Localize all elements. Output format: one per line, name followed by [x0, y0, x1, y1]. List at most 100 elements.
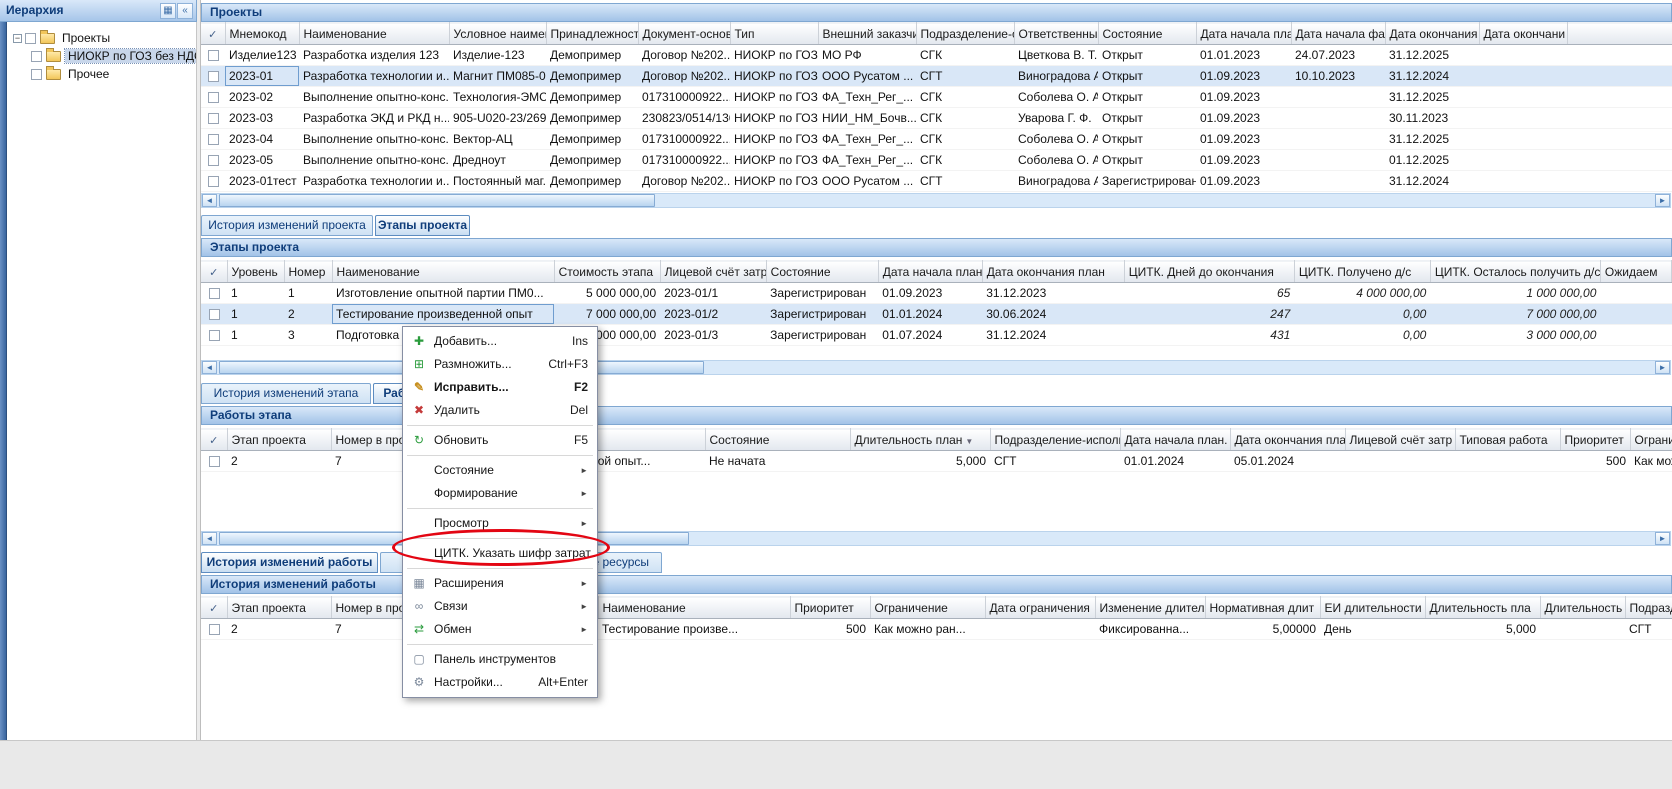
column-header[interactable]: Нормативная длит [1205, 597, 1320, 619]
scroll-left-icon[interactable]: ◄ [202, 194, 217, 207]
cell[interactable]: Дредноут [449, 150, 546, 171]
cell[interactable]: 1 [227, 304, 284, 325]
cell[interactable]: Соболева О. А. [1014, 129, 1098, 150]
tree-item[interactable]: −Проекты [7, 29, 196, 47]
cell[interactable]: НИОКР по ГОЗ ... [730, 108, 818, 129]
cell[interactable] [1567, 150, 1672, 171]
collapse-panel-icon[interactable]: « [177, 3, 193, 19]
cell[interactable] [1567, 66, 1672, 87]
context-menu-item[interactable]: ∞►Связи [404, 595, 596, 618]
column-header[interactable]: ✓ [201, 23, 225, 45]
cell[interactable]: СГТ [916, 171, 1014, 192]
cell[interactable] [201, 45, 225, 66]
cell[interactable]: НИОКР по ГОЗ ... [730, 45, 818, 66]
cell[interactable]: Разработка ЭКД и РКД н... [299, 108, 449, 129]
cell[interactable]: 2023-01/2 [660, 304, 766, 325]
cell[interactable]: 31.12.2023 [982, 283, 1124, 304]
cell[interactable]: 1 000 000,00 [1430, 283, 1600, 304]
row-checkbox[interactable] [209, 456, 220, 467]
cell[interactable]: 31.12.2024 [982, 325, 1124, 346]
column-header[interactable]: Подразделение-от [916, 23, 1014, 45]
row-checkbox[interactable] [208, 92, 219, 103]
cell[interactable]: Виноградова А... [1014, 66, 1098, 87]
column-header[interactable]: Внешний заказчик [818, 23, 916, 45]
column-header[interactable]: Приоритет [790, 597, 870, 619]
cell[interactable]: 31.12.2025 [1385, 129, 1479, 150]
cell[interactable]: Вектор-АЦ [449, 129, 546, 150]
cell[interactable]: 1 [284, 283, 332, 304]
cell[interactable] [1291, 108, 1385, 129]
cell[interactable] [201, 619, 227, 640]
column-header[interactable]: ✓ [201, 429, 227, 451]
cell[interactable]: Соболева О. А. [1014, 150, 1098, 171]
column-header[interactable]: ✓ [201, 261, 227, 283]
column-header[interactable]: Дата окончания план [1230, 429, 1345, 451]
column-header[interactable]: Ограничение [870, 597, 985, 619]
context-menu-item[interactable]: ✎F2Исправить... [404, 376, 596, 399]
cell[interactable]: ФА_Техн_Рег_... [818, 150, 916, 171]
cell[interactable]: ФА_Техн_Рег_... [818, 129, 916, 150]
context-menu-item[interactable]: ⊞Ctrl+F3Размножить... [404, 353, 596, 376]
scroll-right-icon[interactable]: ► [1655, 361, 1670, 374]
tab-active[interactable]: Этапы проекта [375, 215, 470, 236]
tree-item-label[interactable]: Проекты [59, 31, 113, 45]
cell[interactable] [1600, 283, 1671, 304]
cell[interactable] [201, 283, 227, 304]
cell[interactable]: СГТ [916, 66, 1014, 87]
table-row[interactable]: 2023-01тестРазработка технологии и...Пос… [201, 171, 1672, 192]
cell[interactable]: 2023-04 [225, 129, 299, 150]
cell[interactable]: СГК [916, 87, 1014, 108]
cell[interactable]: Соболева О. А. [1014, 87, 1098, 108]
cell[interactable]: СГК [916, 129, 1014, 150]
cell[interactable]: 01.09.2023 [1196, 150, 1291, 171]
column-header[interactable]: Приоритет [1560, 429, 1630, 451]
cell[interactable]: НИОКР по ГОЗ ... [730, 150, 818, 171]
cell[interactable]: НИИ_НМ_Бочв... [818, 108, 916, 129]
cell[interactable]: 31.12.2025 [1385, 45, 1479, 66]
cell[interactable]: День [1320, 619, 1425, 640]
cell[interactable]: Зарегистрирован [766, 304, 878, 325]
cell[interactable] [1567, 87, 1672, 108]
table-row[interactable]: 2023-01Разработка технологии и...Магнит … [201, 66, 1672, 87]
context-menu-item[interactable]: ▦►Расширения [404, 572, 596, 595]
cell[interactable]: НИОКР по ГОЗ ... [730, 171, 818, 192]
column-header[interactable]: Подразделение-исполнитель. [990, 429, 1120, 451]
column-header[interactable]: Длительность план▼ [850, 429, 990, 451]
cell[interactable]: 2023-01/1 [660, 283, 766, 304]
cell[interactable]: Демопример [546, 45, 638, 66]
cell[interactable]: 500 [1560, 451, 1630, 472]
cell[interactable] [201, 129, 225, 150]
cell[interactable]: ООО Русатом ... [818, 66, 916, 87]
cell[interactable] [1567, 108, 1672, 129]
cell[interactable]: 905-U020-23/269 [449, 108, 546, 129]
cell[interactable]: Демопример [546, 129, 638, 150]
cell[interactable]: 017310000922... [638, 150, 730, 171]
table-row[interactable]: 11Изготовление опытной партии ПМ0...5 00… [201, 283, 1672, 304]
cell[interactable] [1600, 325, 1671, 346]
row-checkbox[interactable] [209, 309, 220, 320]
context-menu-item[interactable]: ↻F5Обновить [404, 429, 596, 452]
table-row[interactable]: 12Тестирование произведенной опыт7 000 0… [201, 304, 1672, 325]
column-header[interactable] [1567, 23, 1672, 45]
cell[interactable]: СГТ [990, 451, 1120, 472]
cell[interactable]: 1 [227, 283, 284, 304]
cell[interactable]: ФА_Техн_Рег_... [818, 87, 916, 108]
cell[interactable] [1567, 171, 1672, 192]
cell[interactable]: 01.01.2024 [1120, 451, 1230, 472]
tree-item[interactable]: Прочее [7, 65, 196, 83]
cell[interactable]: Открыт [1098, 150, 1196, 171]
cell[interactable]: 01.09.2023 [878, 283, 982, 304]
cell[interactable] [1567, 129, 1672, 150]
tree-item-label[interactable]: НИОКР по ГОЗ без НДС [65, 49, 196, 63]
cell[interactable]: 10.10.2023 [1291, 66, 1385, 87]
scroll-thumb[interactable] [219, 194, 655, 207]
column-header[interactable]: Ответственный [1014, 23, 1098, 45]
cell[interactable] [1479, 150, 1567, 171]
cell[interactable] [985, 619, 1095, 640]
column-header[interactable]: Наименование [299, 23, 449, 45]
cell[interactable] [201, 87, 225, 108]
column-header[interactable]: Условное наименова [449, 23, 546, 45]
cell[interactable]: Тестирование произве... [598, 619, 790, 640]
column-header[interactable]: Дата окончания план [982, 261, 1124, 283]
column-header[interactable]: Наименование [332, 261, 554, 283]
